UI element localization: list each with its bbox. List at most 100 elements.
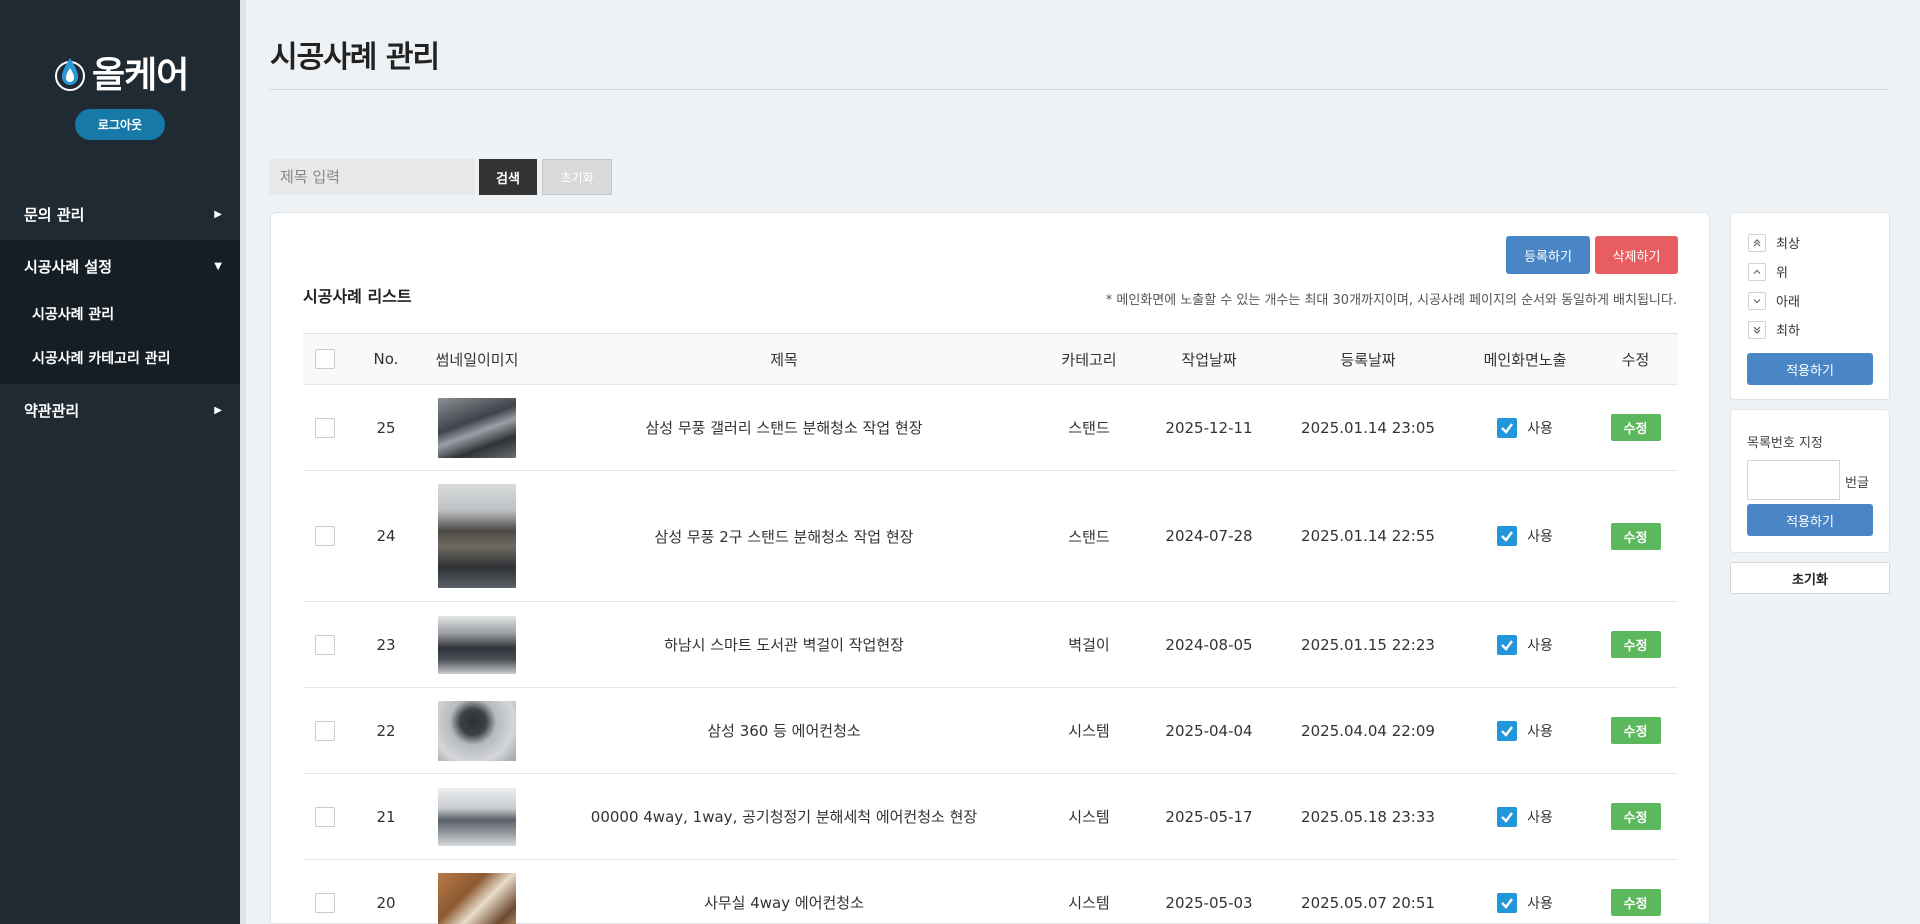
checkmark-icon[interactable] (1497, 634, 1518, 655)
checkmark-icon[interactable] (1497, 892, 1518, 913)
row-category: 시스템 (1068, 894, 1110, 912)
row-work-date: 2025-05-17 (1165, 807, 1253, 826)
row-reg-date: 2025.05.18 23:33 (1301, 807, 1435, 826)
thumbnail-image (438, 615, 516, 674)
table-row[interactable]: 25 삼성 무풍 갤러리 스탠드 분해청소 작업 현장 스탠드 2025-12-… (303, 385, 1678, 471)
select-all-checkbox[interactable] (315, 349, 335, 369)
row-no: 25 (376, 418, 396, 437)
edit-button[interactable]: 수정 (1610, 631, 1661, 658)
sidebar-item-terms[interactable]: 약관관리 ▶ (0, 384, 240, 436)
table-row[interactable]: 21 00000 4way, 1way, 공기청정기 분해세척 에어컨청소 현장… (303, 774, 1678, 860)
thumbnail-image (438, 397, 516, 458)
sidebar-item-label: 시공사례 설정 (24, 257, 113, 276)
checkmark-icon[interactable] (1497, 526, 1518, 546)
thumbnail-image (438, 872, 516, 924)
row-checkbox[interactable] (315, 634, 335, 655)
row-reg-date: 2025.01.15 22:23 (1301, 635, 1435, 654)
row-reg-date: 2025.05.07 20:51 (1301, 893, 1435, 912)
checkmark-icon[interactable] (1497, 806, 1518, 827)
case-table: No. 썸네일이미지 제목 카테고리 작업날짜 등록날짜 메인화면노출 수정 2… (303, 333, 1678, 924)
row-no: 21 (376, 807, 396, 826)
sidebar-item-case-settings[interactable]: 시공사례 설정 ▼ (0, 240, 240, 292)
main-display-toggle[interactable]: 사용 (1497, 806, 1553, 827)
row-reg-date: 2025.04.04 22:09 (1301, 721, 1435, 740)
chevron-up-icon (1748, 262, 1766, 281)
list-number-input[interactable] (1747, 460, 1840, 500)
row-work-date: 2025-05-03 (1165, 893, 1253, 912)
row-category: 스탠드 (1068, 527, 1110, 546)
row-reg-date: 2025.01.14 22:55 (1301, 527, 1435, 545)
row-title: 삼성 무풍 2구 스탠드 분해청소 작업 현장 (654, 527, 914, 546)
row-checkbox[interactable] (315, 417, 335, 438)
double-chevron-down-icon (1748, 320, 1766, 339)
side-reset-button[interactable]: 초기화 (1730, 562, 1890, 594)
search-button[interactable]: 검색 (479, 159, 537, 195)
sidebar-subitem-category-management[interactable]: 시공사례 카테고리 관리 (0, 336, 240, 380)
row-work-date: 2025-12-11 (1165, 418, 1253, 437)
row-checkbox[interactable] (315, 892, 335, 913)
order-panel: 최상 위 아래 최하 적용하기 (1730, 212, 1890, 400)
row-checkbox[interactable] (315, 806, 335, 827)
main-display-toggle[interactable]: 사용 (1497, 720, 1553, 741)
move-top-label: 최상 (1776, 237, 1800, 252)
order-apply-button[interactable]: 적용하기 (1747, 353, 1873, 385)
row-checkbox[interactable] (315, 526, 335, 546)
row-no: 24 (376, 527, 396, 545)
checkmark-icon[interactable] (1497, 720, 1518, 741)
main-display-toggle[interactable]: 사용 (1497, 634, 1553, 655)
edit-button[interactable]: 수정 (1610, 522, 1661, 550)
search-reset-button[interactable]: 초기화 (542, 159, 612, 195)
table-row[interactable]: 22 삼성 360 등 에어컨청소 시스템 2025-04-04 2025.04… (303, 688, 1678, 774)
row-category: 벽걸이 (1068, 636, 1110, 654)
checkmark-icon[interactable] (1497, 417, 1518, 438)
droplet-logo-icon (55, 58, 85, 91)
sidebar-subitem-case-management[interactable]: 시공사례 관리 (0, 292, 240, 336)
move-up-button[interactable]: 위 (1748, 262, 1788, 281)
title-divider (270, 89, 1888, 90)
main-display-label: 사용 (1527, 895, 1553, 912)
number-assign-label: 목록번호 지정 (1747, 436, 1823, 451)
main-display-label: 사용 (1527, 420, 1553, 437)
row-work-date: 2024-07-28 (1165, 527, 1253, 545)
row-checkbox[interactable] (315, 720, 335, 741)
brand-logo[interactable]: 올케어 (54, 46, 189, 98)
thumbnail-image (438, 484, 516, 588)
main-display-toggle[interactable]: 사용 (1497, 417, 1553, 438)
sidebar-nav: 문의 관리 ▶ 시공사례 설정 ▼ 시공사례 관리 시공사례 카테고리 관리 약… (0, 188, 240, 436)
edit-button[interactable]: 수정 (1610, 889, 1661, 916)
move-down-button[interactable]: 아래 (1748, 291, 1800, 310)
column-header: No. (373, 350, 399, 368)
edit-button[interactable]: 수정 (1610, 717, 1661, 744)
row-title: 삼성 무풍 갤러리 스탠드 분해청소 작업 현장 (645, 419, 923, 437)
delete-button[interactable]: 삭제하기 (1595, 236, 1678, 274)
main-display-toggle[interactable]: 사용 (1497, 526, 1553, 546)
move-bottom-button[interactable]: 최하 (1748, 320, 1800, 339)
sidebar-item-inquiry[interactable]: 문의 관리 ▶ (0, 188, 240, 240)
number-apply-button[interactable]: 적용하기 (1747, 504, 1873, 536)
row-work-date: 2025-04-04 (1165, 721, 1253, 740)
edit-button[interactable]: 수정 (1610, 803, 1661, 830)
thumbnail-image (438, 787, 516, 846)
edit-button[interactable]: 수정 (1610, 414, 1661, 441)
main-display-label: 사용 (1527, 637, 1553, 654)
row-category: 시스템 (1068, 722, 1110, 740)
list-notice: * 메인화면에 노출할 수 있는 개수는 최대 30개까지이며, 시공사례 페이… (1105, 293, 1677, 308)
search-input[interactable] (270, 159, 475, 195)
sidebar-submenu: 시공사례 관리 시공사례 카테고리 관리 (0, 292, 240, 384)
register-button[interactable]: 등록하기 (1506, 236, 1590, 274)
row-title: 삼성 360 등 에어컨청소 (707, 722, 861, 740)
table-row[interactable]: 24 삼성 무풍 2구 스탠드 분해청소 작업 현장 스탠드 2024-07-2… (303, 471, 1678, 602)
column-header: 제목 (770, 350, 798, 369)
main-display-label: 사용 (1527, 723, 1553, 740)
move-top-button[interactable]: 최상 (1748, 233, 1800, 252)
row-no: 22 (376, 721, 396, 740)
sidebar-divider (240, 0, 246, 924)
double-chevron-up-icon (1748, 233, 1766, 252)
table-header: No. 썸네일이미지 제목 카테고리 작업날짜 등록날짜 메인화면노출 수정 (303, 333, 1678, 385)
table-row[interactable]: 20 사무실 4way 에어컨청소 시스템 2025-05-03 2025.05… (303, 860, 1678, 924)
main-display-label: 사용 (1527, 529, 1553, 545)
table-row[interactable]: 23 하남시 스마트 도서관 벽걸이 작업현장 벽걸이 2024-08-05 2… (303, 602, 1678, 688)
sidebar-item-label: 문의 관리 (24, 205, 85, 224)
logout-button[interactable]: 로그아웃 (75, 109, 165, 140)
main-display-toggle[interactable]: 사용 (1497, 892, 1553, 913)
